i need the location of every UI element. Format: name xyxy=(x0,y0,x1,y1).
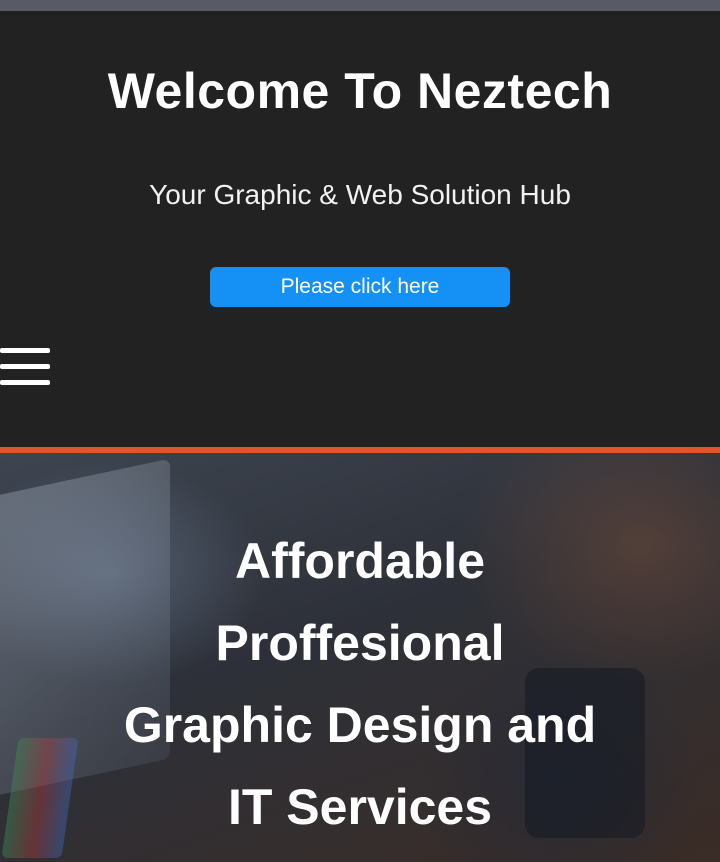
menu-bar-bottom xyxy=(0,380,50,385)
hero-line-4: IT Services xyxy=(227,779,493,835)
menu-bar-middle xyxy=(0,364,50,369)
hamburger-menu-icon[interactable] xyxy=(0,348,50,388)
hero-line-1: Affordable xyxy=(235,533,485,589)
hero-banner: Affordable Proffesional Graphic Design a… xyxy=(0,453,720,862)
hero-line-3: Graphic Design and xyxy=(123,697,597,753)
please-click-here-button[interactable]: Please click here xyxy=(210,267,510,307)
hero-line-2: Proffesional xyxy=(215,615,505,671)
top-strip xyxy=(0,0,720,11)
site-title: Welcome To Neztech xyxy=(107,63,613,119)
menu-bar-top xyxy=(0,348,50,353)
hero-heading: Affordable Proffesional Graphic Design a… xyxy=(0,520,720,848)
site-header: Welcome To Neztech Your Graphic & Web So… xyxy=(0,11,720,447)
site-tagline: Your Graphic & Web Solution Hub xyxy=(149,179,571,210)
